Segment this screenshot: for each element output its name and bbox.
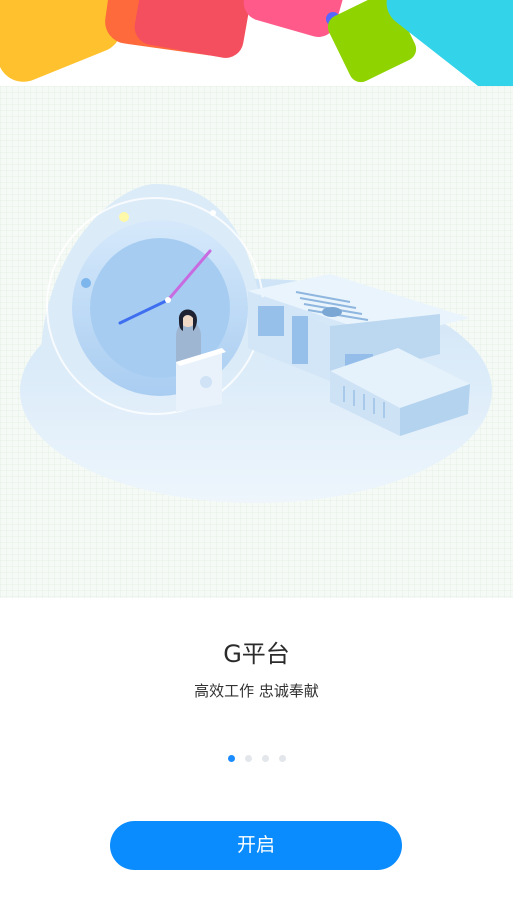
clock-center: [165, 297, 171, 303]
roof-dome: [322, 307, 342, 317]
deco-tile-red: [134, 0, 257, 58]
hero-illustration: [0, 86, 513, 598]
pager-indicator: [0, 755, 513, 762]
pager-dot-2[interactable]: [244, 755, 252, 762]
onboarding-screen: G平台 高效工作 忠诚奉献 开启: [0, 0, 513, 913]
pager-dot-4[interactable]: [278, 755, 286, 762]
illustration-icon: [20, 184, 492, 503]
pager-dot-1[interactable]: [227, 755, 235, 762]
clock-marker-yellow: [119, 212, 129, 222]
page-title: G平台: [223, 640, 290, 668]
start-button[interactable]: 开启: [110, 821, 402, 870]
pager-dot-3[interactable]: [261, 755, 269, 762]
clock-marker-small: [210, 210, 216, 216]
desk-emblem: [200, 376, 212, 388]
page-slogan: 高效工作 忠诚奉献: [194, 682, 319, 700]
clock-marker-blue: [81, 278, 91, 288]
top-decoration: [0, 0, 513, 96]
